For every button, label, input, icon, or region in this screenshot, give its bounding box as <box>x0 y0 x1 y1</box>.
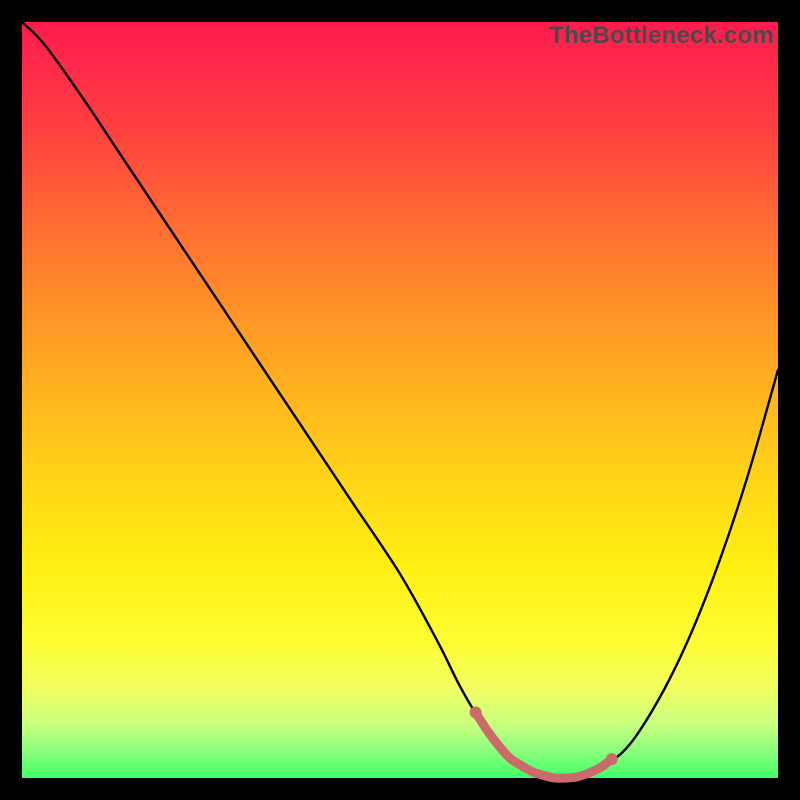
bottleneck-curve-path <box>22 22 778 779</box>
plot-area: TheBottleneck.com <box>22 22 778 778</box>
highlight-end-dot <box>606 753 618 765</box>
highlight-start-dot <box>470 707 482 719</box>
chart-stage: TheBottleneck.com <box>0 0 800 800</box>
optimal-range-highlight <box>476 713 613 779</box>
curve-layer <box>22 22 778 778</box>
